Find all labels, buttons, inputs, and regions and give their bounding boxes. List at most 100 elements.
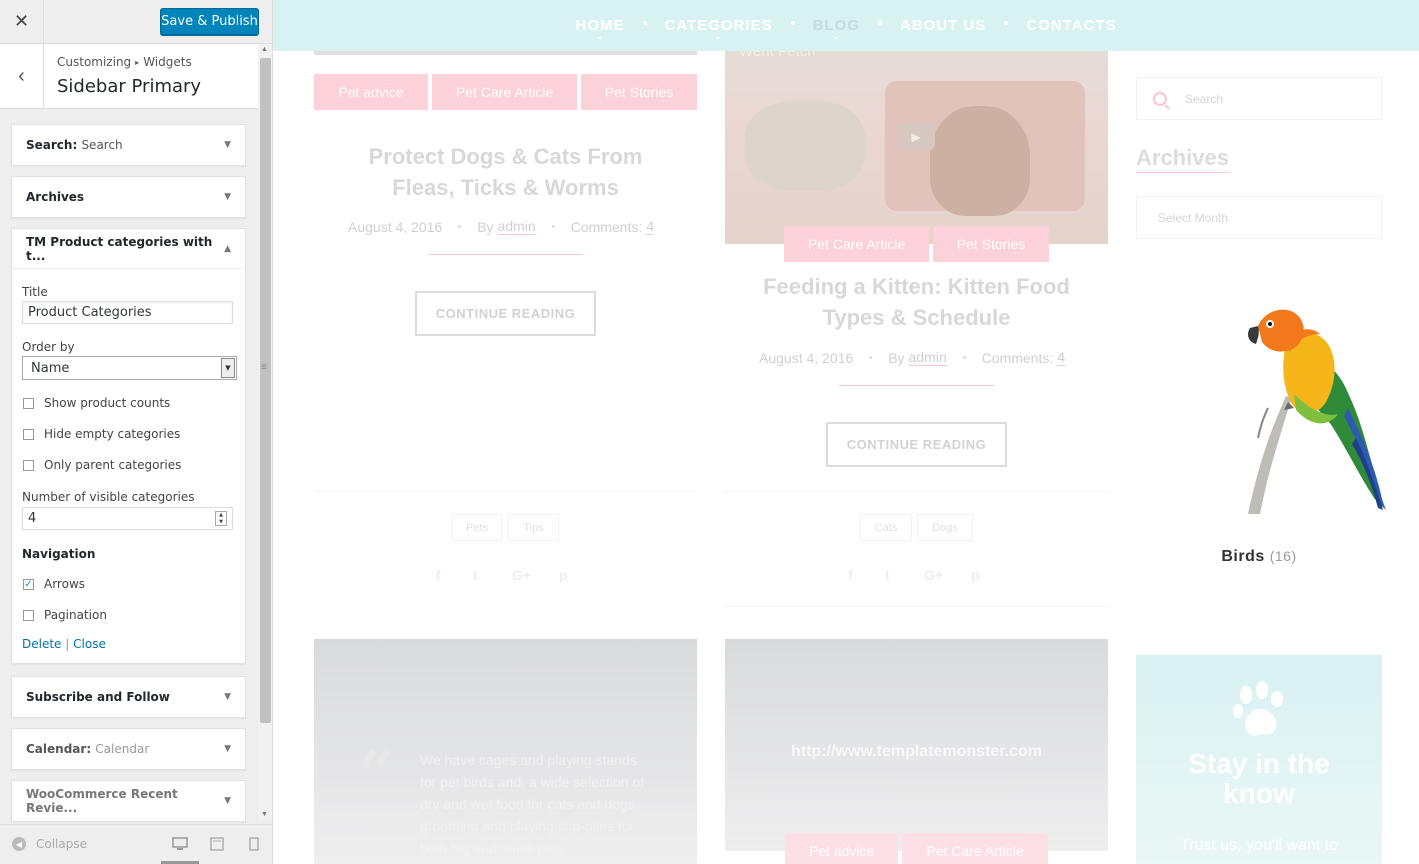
- close-icon[interactable]: ✕: [0, 0, 44, 43]
- sidebar-scrollbar[interactable]: ▲ ▼: [258, 44, 272, 820]
- breadcrumb: Customizing ▸ Widgets: [57, 55, 192, 69]
- widget-search[interactable]: Search: Search ▼: [11, 124, 246, 166]
- order-by-select[interactable]: Name ▼: [22, 356, 237, 380]
- checkbox-box-checked[interactable]: ✓: [23, 578, 34, 590]
- widget-title: WooCommerce Recent Revie...: [26, 787, 178, 815]
- continue-reading-button[interactable]: CONTINUE READING: [826, 422, 1007, 467]
- link-url[interactable]: http://www.templatemonster.com: [725, 743, 1108, 761]
- nav-categories[interactable]: CATEGORIES ⌄: [665, 17, 773, 41]
- scrollbar-thumb[interactable]: [260, 58, 271, 723]
- facebook-icon[interactable]: f: [436, 567, 441, 583]
- breadcrumb-child: Widgets: [143, 55, 192, 69]
- hide-empty-checkbox[interactable]: Hide empty categories: [23, 427, 180, 441]
- expand-arrow-icon[interactable]: ▼: [224, 192, 231, 202]
- post-date[interactable]: August 4, 2016: [348, 219, 442, 235]
- google-plus-icon[interactable]: G+: [924, 567, 943, 583]
- quote-post-card[interactable]: “ We have cages and playing stands for p…: [314, 639, 697, 864]
- pinterest-icon[interactable]: p: [971, 567, 980, 583]
- arrows-checkbox[interactable]: ✓ Arrows: [23, 577, 85, 591]
- post-category-tag[interactable]: Pet Stories: [933, 226, 1049, 262]
- delete-link[interactable]: Delete: [22, 637, 61, 651]
- save-publish-button[interactable]: Save & Publish: [160, 8, 259, 35]
- nav-blog[interactable]: BLOG ⌄: [813, 17, 860, 41]
- checkbox-box[interactable]: [23, 397, 34, 409]
- paw-icon: [1233, 681, 1283, 736]
- widget-subtitle: Calendar: [95, 742, 150, 756]
- checkbox-label: Hide empty categories: [44, 427, 181, 441]
- post-category-tag[interactable]: Pet Care Article: [432, 74, 577, 110]
- show-counts-checkbox[interactable]: Show product counts: [23, 396, 170, 410]
- mobile-preview-icon[interactable]: [249, 837, 265, 851]
- post-tag[interactable]: Dogs: [917, 514, 973, 541]
- breadcrumb-separator-icon: ▸: [135, 58, 140, 67]
- video-title: Went Fetch: [739, 51, 816, 60]
- widget-calendar[interactable]: Calendar: Calendar ▼: [11, 728, 246, 770]
- facebook-icon[interactable]: f: [848, 567, 853, 583]
- collapse-arrow-icon[interactable]: ▲: [224, 244, 231, 254]
- checkbox-box[interactable]: [23, 428, 34, 440]
- title-input[interactable]: Product Categories: [22, 301, 233, 324]
- pinterest-icon[interactable]: p: [559, 567, 568, 583]
- customizer-footer: ◀ Collapse: [0, 824, 272, 864]
- expand-arrow-icon[interactable]: ▼: [224, 744, 231, 754]
- post-comments-label: Comments:: [981, 349, 1054, 366]
- post-date[interactable]: August 4, 2016: [759, 350, 853, 366]
- post-tag[interactable]: Cats: [860, 514, 912, 541]
- section-header: ‹ Customizing ▸ Widgets Sidebar Primary: [0, 44, 258, 109]
- category-item[interactable]: Birds (16): [1136, 548, 1382, 566]
- pagination-checkbox[interactable]: Pagination: [23, 608, 107, 622]
- close-link[interactable]: Close: [73, 637, 106, 651]
- stepper-arrows-icon[interactable]: ▲ ▼: [215, 511, 227, 526]
- widget-title: Calendar: [26, 742, 87, 756]
- continue-reading-button[interactable]: CONTINUE READING: [415, 291, 596, 336]
- only-parent-checkbox[interactable]: Only parent categories: [23, 458, 181, 472]
- post-tag[interactable]: Tips: [508, 514, 559, 541]
- play-icon[interactable]: ▶: [897, 123, 935, 150]
- post-title[interactable]: Feeding a Kitten: Kitten Food Types & Sch…: [725, 271, 1108, 333]
- nav-about-us[interactable]: ABOUT US: [900, 17, 986, 34]
- dropdown-arrow-icon[interactable]: ▼: [221, 358, 235, 378]
- select-month-dropdown[interactable]: Select Month: [1136, 196, 1382, 239]
- post-category-tag[interactable]: Pet Stories: [581, 74, 697, 110]
- parrot-image[interactable]: [1228, 298, 1388, 518]
- checkbox-box[interactable]: [23, 609, 34, 621]
- visible-count-stepper[interactable]: 4 ▲ ▼: [22, 507, 233, 530]
- post-comments-count[interactable]: 4: [1057, 349, 1066, 366]
- collapse-button[interactable]: ◀ Collapse: [12, 837, 87, 851]
- scroll-up-icon[interactable]: ▲: [261, 46, 268, 53]
- resize-handle-icon[interactable]: ≡: [261, 362, 267, 373]
- nav-contacts[interactable]: CONTACTS: [1026, 17, 1116, 34]
- twitter-icon[interactable]: t: [473, 567, 478, 583]
- post-author[interactable]: admin: [908, 349, 947, 366]
- expand-arrow-icon[interactable]: ▼: [224, 796, 231, 806]
- post-comments-label: Comments:: [570, 218, 643, 235]
- widget-woocommerce-reviews[interactable]: WooCommerce Recent Revie... ▼: [11, 780, 246, 822]
- scroll-down-icon[interactable]: ▼: [261, 811, 268, 818]
- post-category-tag[interactable]: Pet advice: [314, 74, 428, 110]
- widget-subscribe[interactable]: Subscribe and Follow ▼: [11, 676, 246, 718]
- nav-home[interactable]: HOME ⌄: [576, 17, 625, 41]
- post-comments-count[interactable]: 4: [646, 218, 655, 235]
- post-category-tag[interactable]: Pet Care Article: [902, 833, 1048, 864]
- link-post-card[interactable]: http://www.templatemonster.com: [725, 639, 1108, 851]
- post-author[interactable]: admin: [497, 218, 536, 235]
- back-arrow-icon[interactable]: ‹: [0, 44, 44, 108]
- post-tag[interactable]: Pets: [452, 514, 502, 541]
- desktop-preview-icon[interactable]: [172, 837, 188, 851]
- widget-header[interactable]: TM Product categories with t... ▲: [12, 229, 245, 269]
- post-category-tag[interactable]: Pet advice: [785, 833, 898, 864]
- expand-arrow-icon[interactable]: ▼: [224, 692, 231, 702]
- expand-arrow-icon[interactable]: ▼: [224, 140, 231, 150]
- quote-icon: “: [359, 739, 394, 809]
- post-video-thumbnail[interactable]: Went Fetch ▶: [725, 51, 1108, 244]
- post-category-tag[interactable]: Pet Care Article: [784, 226, 929, 262]
- video-dog: [930, 106, 1030, 216]
- widget-archives[interactable]: Archives ▼: [11, 176, 246, 218]
- tablet-preview-icon[interactable]: [210, 837, 226, 851]
- twitter-icon[interactable]: t: [885, 567, 890, 583]
- google-plus-icon[interactable]: G+: [512, 567, 531, 583]
- checkbox-box[interactable]: [23, 459, 34, 471]
- post-title[interactable]: Protect Dogs & Cats From Fleas, Ticks & W…: [314, 141, 697, 203]
- sidebar-search-input[interactable]: Search: [1136, 77, 1382, 120]
- link-separator: |: [65, 637, 70, 651]
